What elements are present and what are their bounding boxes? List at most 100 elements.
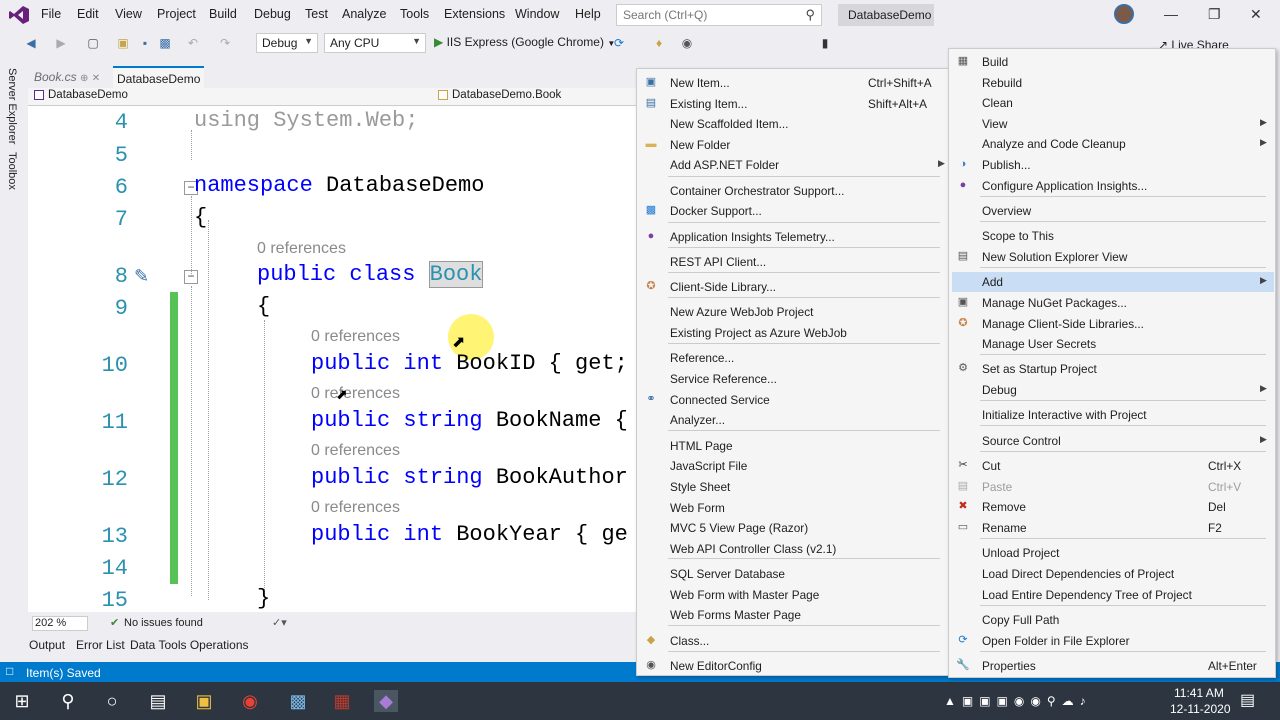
menu-item-analyze-and-code-cleanup[interactable]: Analyze and Code Cleanup ▶	[950, 133, 1272, 153]
menu-item-style-sheet[interactable]: Style Sheet	[638, 476, 946, 496]
menu-item-reference[interactable]: Reference...	[638, 347, 946, 367]
menu-project[interactable]: Project	[157, 7, 196, 21]
access-icon[interactable]: ▦	[330, 690, 354, 712]
pin-icon[interactable]: ⊕	[80, 73, 88, 84]
menu-window[interactable]: Window	[515, 7, 559, 21]
menu-view[interactable]: View	[115, 7, 142, 21]
menu-item-overview[interactable]: Overview	[950, 200, 1272, 220]
chrome-icon[interactable]: ◉	[238, 690, 262, 712]
menu-item-manage-client-side-libraries[interactable]: ✪ Manage Client-Side Libraries...	[950, 313, 1272, 333]
refresh-icon[interactable]: ⟳	[612, 36, 626, 50]
menu-item-web-api-controller-class-v2-1[interactable]: Web API Controller Class (v2.1)	[638, 538, 946, 558]
menu-item-new-editorconfig[interactable]: ◉ New EditorConfig	[638, 655, 946, 675]
menu-item-source-control[interactable]: Source Control ▶	[950, 430, 1272, 450]
maximize-icon[interactable]: ❐	[1208, 6, 1221, 23]
menu-item-client-side-library[interactable]: ✪ Client-Side Library...	[638, 276, 946, 296]
quick-actions-icon[interactable]: ✎	[134, 266, 149, 287]
close-icon[interactable]: ✕	[1250, 6, 1262, 23]
menu-item-clean[interactable]: Clean	[950, 92, 1272, 112]
system-tray-icons[interactable]: ▲▣▣▣◉◉⚲☁♪	[944, 694, 1092, 708]
menu-item-initialize-interactive-with-project[interactable]: Initialize Interactive with Project	[950, 404, 1272, 424]
menu-item-view[interactable]: View ▶	[950, 113, 1272, 133]
menu-item-scope-to-this[interactable]: Scope to This	[950, 225, 1272, 245]
menu-item-web-form-with-master-page[interactable]: Web Form with Master Page	[638, 584, 946, 604]
avatar[interactable]	[1114, 4, 1134, 24]
menu-debug[interactable]: Debug	[254, 7, 291, 21]
menu-item-html-page[interactable]: HTML Page	[638, 435, 946, 455]
save-icon[interactable]: ▪	[138, 36, 152, 50]
menu-item-existing-item[interactable]: ▤ Existing Item... Shift+Alt+A	[638, 93, 946, 113]
menu-item-web-form[interactable]: Web Form	[638, 497, 946, 517]
menu-item-class[interactable]: ◆ Class...	[638, 630, 946, 650]
menu-item-open-folder-in-file-explorer[interactable]: ⟳ Open Folder in File Explorer	[950, 630, 1272, 650]
menu-item-web-forms-master-page[interactable]: Web Forms Master Page	[638, 604, 946, 624]
tab-databasedemo[interactable]: DatabaseDemo	[113, 66, 205, 90]
menu-item-analyzer[interactable]: Analyzer...	[638, 409, 946, 429]
menu-item-copy-full-path[interactable]: Copy Full Path	[950, 609, 1272, 629]
task-view-icon[interactable]: ▤	[146, 690, 170, 712]
code-editor[interactable]: 4 5 6 7 8 9 10 11 12 13 14 15 ✎ − − usin…	[28, 106, 638, 612]
menu-item-load-entire-dependency-tree-of-project[interactable]: Load Entire Dependency Tree of Project	[950, 584, 1272, 604]
menu-item-set-as-startup-project[interactable]: ⚙ Set as Startup Project	[950, 358, 1272, 378]
menu-item-new-scaffolded-item[interactable]: New Scaffolded Item...	[638, 113, 946, 133]
search-icon[interactable]: ⚲	[56, 690, 80, 712]
menu-item-properties[interactable]: 🔧 Properties Alt+Enter	[950, 655, 1272, 675]
codelens-references[interactable]: 0 references	[311, 442, 400, 460]
tab-error-list[interactable]: Error List	[76, 638, 125, 652]
menu-item-new-item[interactable]: ▣ New Item... Ctrl+Shift+A	[638, 72, 946, 92]
visual-studio-logo-icon[interactable]	[8, 5, 30, 25]
save-all-icon[interactable]: ▩	[158, 36, 172, 50]
menu-build[interactable]: Build	[209, 7, 237, 21]
menu-item-javascript-file[interactable]: JavaScript File	[638, 455, 946, 475]
toolbox-tab[interactable]: Toolbox	[6, 152, 18, 190]
visual-studio-icon[interactable]: ◆	[374, 690, 398, 712]
menu-item-add-asp-net-folder[interactable]: Add ASP.NET Folder ▶	[638, 154, 946, 174]
search-input[interactable]: Search (Ctrl+Q) ⚲	[616, 4, 822, 26]
tab-data-tools-operations[interactable]: Data Tools Operations	[130, 638, 249, 652]
class-dropdown[interactable]: DatabaseDemo.Book	[436, 89, 636, 101]
codelens-references[interactable]: 0 references	[311, 328, 400, 346]
menu-item-build[interactable]: ▦ Build	[950, 51, 1272, 71]
minimize-icon[interactable]: —	[1164, 6, 1178, 22]
tab-output[interactable]: Output	[29, 638, 65, 652]
menu-item-paste[interactable]: ▤ Paste Ctrl+V	[950, 476, 1272, 496]
menu-item-configure-application-insights[interactable]: ● Configure Application Insights...	[950, 175, 1272, 195]
platform-select[interactable]: Any CPU ▼	[324, 33, 426, 53]
codelens-references[interactable]: 0 references	[311, 499, 400, 517]
menu-edit[interactable]: Edit	[77, 7, 99, 21]
file-explorer-icon[interactable]: ▣	[192, 690, 216, 712]
config-select[interactable]: Debug ▼	[256, 33, 318, 53]
menu-item-service-reference[interactable]: Service Reference...	[638, 368, 946, 388]
menu-item-new-azure-webjob-project[interactable]: New Azure WebJob Project	[638, 301, 946, 321]
codelens-references[interactable]: 0 references	[311, 385, 400, 403]
run-button[interactable]: ▶ IIS Express (Google Chrome) ▼	[434, 35, 615, 49]
menu-item-connected-service[interactable]: ⚭ Connected Service	[638, 389, 946, 409]
menu-tools[interactable]: Tools	[400, 7, 429, 21]
menu-test[interactable]: Test	[305, 7, 328, 21]
menu-item-manage-user-secrets[interactable]: Manage User Secrets	[950, 333, 1272, 353]
screenshot-icon[interactable]: ◉	[680, 36, 694, 50]
menu-item-publish[interactable]: ◑ Publish...	[950, 154, 1272, 174]
new-project-icon[interactable]: ▢	[86, 36, 100, 50]
menu-help[interactable]: Help	[575, 7, 601, 21]
project-dropdown[interactable]: DatabaseDemo	[32, 89, 428, 101]
back-icon[interactable]: ◀	[24, 36, 38, 50]
open-folder-icon[interactable]: ▣	[116, 36, 130, 50]
menu-item-rebuild[interactable]: Rebuild	[950, 72, 1272, 92]
code-cleanup-icon[interactable]: ✓▾	[272, 616, 287, 629]
codelens-references[interactable]: 0 references	[257, 240, 346, 258]
menu-extensions[interactable]: Extensions	[444, 7, 505, 21]
clock-date[interactable]: 12-11-2020	[1170, 702, 1231, 716]
menu-item-rename[interactable]: ▭ Rename F2	[950, 517, 1272, 537]
redo-icon[interactable]: ↷	[218, 36, 232, 50]
menu-item-unload-project[interactable]: Unload Project	[950, 542, 1272, 562]
menu-analyze[interactable]: Analyze	[342, 7, 386, 21]
forward-icon[interactable]: ▶	[54, 36, 68, 50]
cortana-icon[interactable]: ○	[100, 690, 124, 712]
remote-desktop-icon[interactable]: ▩	[286, 690, 310, 712]
menu-item-application-insights-telemetry[interactable]: ● Application Insights Telemetry...	[638, 226, 946, 246]
menu-item-manage-nuget-packages[interactable]: ▣ Manage NuGet Packages...	[950, 292, 1272, 312]
menu-item-container-orchestrator-support[interactable]: Container Orchestrator Support...	[638, 180, 946, 200]
menu-item-new-solution-explorer-view[interactable]: ▤ New Solution Explorer View	[950, 246, 1272, 266]
undo-icon[interactable]: ↶	[186, 36, 200, 50]
